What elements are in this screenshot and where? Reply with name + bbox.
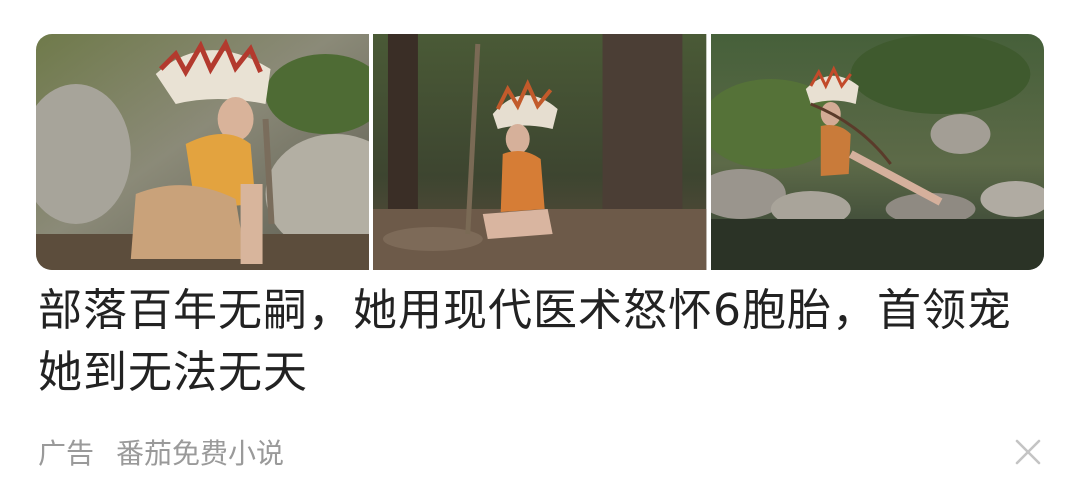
ad-card[interactable]: 部落百年无嗣，她用现代医术怒怀6胞胎，首领宠她到无法无天 广告 番茄免费小说	[0, 0, 1080, 490]
ad-source[interactable]: 番茄免费小说	[116, 432, 284, 472]
ad-image-3-graphic	[710, 34, 1044, 270]
ad-label: 广告	[38, 437, 95, 470]
ad-image-3[interactable]	[710, 34, 1044, 270]
ad-image-2-graphic	[373, 34, 707, 270]
ad-image-1[interactable]	[36, 34, 370, 270]
ad-meta-row: 广告 番茄免费小说	[38, 430, 284, 474]
ad-headline[interactable]: 部落百年无嗣，她用现代医术怒怀6胞胎，首领宠她到无法无天	[38, 280, 1038, 404]
ad-image-strip[interactable]	[36, 34, 1044, 270]
ad-image-1-graphic	[36, 34, 370, 270]
close-icon	[1015, 439, 1041, 465]
close-button[interactable]	[1008, 432, 1048, 472]
ad-image-2[interactable]	[373, 34, 707, 270]
